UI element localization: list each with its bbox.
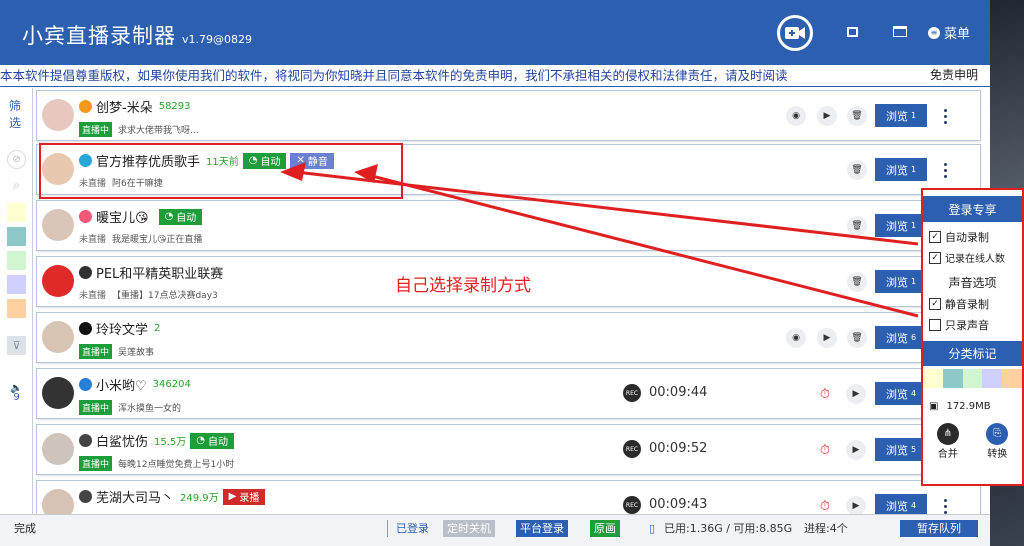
context-menu: 登录专享 ✓ 自动录制 ✓ 记录在线人数 声音选项 ✓ 静音录制 只录声音 分类标记 … bbox=[921, 188, 1024, 486]
mute-record-option[interactable]: ✓ 静音录制 bbox=[923, 293, 1022, 314]
record-online-label: 记录在线人数 bbox=[945, 254, 1005, 265]
category-header: 分类标记 bbox=[923, 341, 1022, 366]
login-header: 登录专享 bbox=[923, 196, 1022, 222]
category-color-swatch[interactable] bbox=[982, 369, 1003, 388]
merge-label: 合并 bbox=[937, 449, 958, 460]
mute-record-checkbox[interactable]: ✓ bbox=[929, 297, 941, 310]
category-swatches bbox=[923, 369, 1022, 388]
popup-actions: ⋔ 合并 ⎘ 转换 bbox=[923, 423, 1022, 460]
app-window: 小宾直播录制器 v1.79@0829 ≡ 菜单 本本软件提倡尊重版权，如果你使用我… bbox=[0, 0, 990, 546]
category-color-swatch[interactable] bbox=[942, 369, 963, 388]
audio-only-option[interactable]: 只录声音 bbox=[923, 314, 1022, 335]
convert-icon: ⎘ bbox=[986, 423, 1009, 445]
annotation-arrows bbox=[280, 162, 919, 318]
record-online-checkbox[interactable]: ✓ bbox=[929, 251, 941, 264]
convert-label: 转换 bbox=[987, 449, 1008, 460]
category-color-swatch[interactable] bbox=[1002, 369, 1022, 388]
category-color-swatch[interactable] bbox=[923, 369, 943, 388]
merge-button[interactable]: ⋔ 合并 bbox=[936, 423, 959, 460]
auto-record-checkbox[interactable]: ✓ bbox=[929, 230, 941, 243]
audio-only-label: 只录声音 bbox=[945, 318, 989, 332]
sound-header: 声音选项 bbox=[948, 276, 997, 290]
disk-icon: ▣ bbox=[929, 401, 939, 412]
category-color-swatch[interactable] bbox=[962, 369, 983, 388]
mute-record-label: 静音录制 bbox=[945, 297, 989, 311]
file-size: 172.9MB bbox=[946, 401, 991, 412]
auto-record-option[interactable]: ✓ 自动录制 bbox=[923, 226, 1022, 247]
audio-only-checkbox[interactable] bbox=[929, 318, 941, 331]
convert-button[interactable]: ⎘ 转换 bbox=[986, 423, 1009, 460]
record-online-option[interactable]: ✓ 记录在线人数 bbox=[923, 247, 1022, 268]
merge-icon: ⋔ bbox=[936, 423, 959, 445]
auto-record-label: 自动录制 bbox=[945, 230, 989, 244]
file-size-row: ▣ 172.9MB bbox=[923, 396, 1022, 417]
